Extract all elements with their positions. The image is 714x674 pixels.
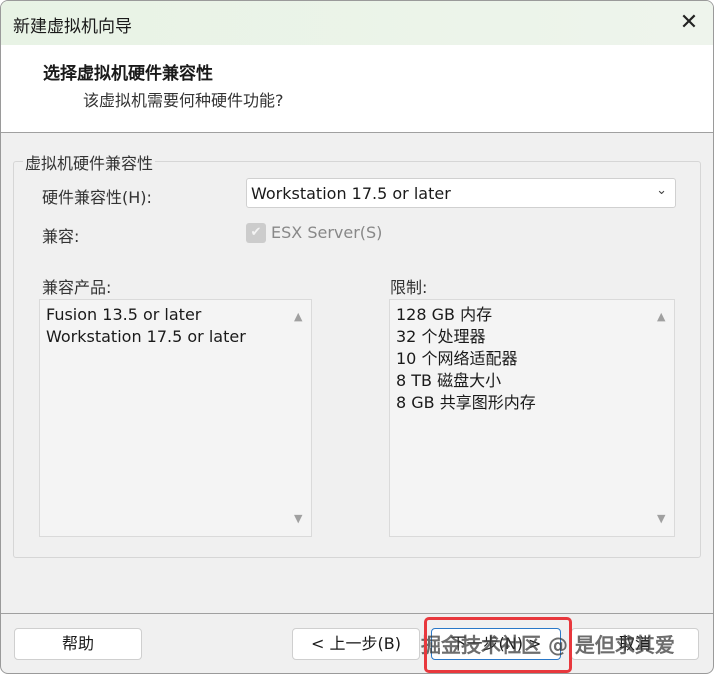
list-item: 8 TB 磁盘大小 xyxy=(396,371,502,390)
scroll-down-icon[interactable]: ▼ xyxy=(294,508,302,530)
title-bar: 新建虚拟机向导 ✕ xyxy=(1,1,713,45)
page-subtitle: 该虚拟机需要何种硬件功能? xyxy=(83,91,284,110)
footer-divider xyxy=(1,613,713,614)
check-icon: ✔ xyxy=(250,225,262,240)
products-label: 兼容产品: xyxy=(42,278,112,297)
list-item: 8 GB 共享图形内存 xyxy=(396,393,536,412)
list-item: Fusion 13.5 or later xyxy=(46,305,202,324)
back-button[interactable]: < 上一步(B) xyxy=(292,628,420,660)
chevron-down-icon: ⌄ xyxy=(656,183,667,198)
scrollbar[interactable]: ▲ ▼ xyxy=(289,300,311,536)
scroll-up-icon[interactable]: ▲ xyxy=(294,306,302,328)
list-item: 128 GB 内存 xyxy=(396,305,493,324)
hw-compat-value: Workstation 17.5 or later xyxy=(251,184,451,203)
help-button[interactable]: 帮助 xyxy=(14,628,142,660)
limits-list[interactable]: 128 GB 内存 32 个处理器 10 个网络适配器 8 TB 磁盘大小 8 … xyxy=(389,299,675,537)
close-icon[interactable]: ✕ xyxy=(673,7,705,39)
page-title: 选择虚拟机硬件兼容性 xyxy=(43,64,213,84)
wizard-header: 选择虚拟机硬件兼容性 该虚拟机需要何种硬件功能? xyxy=(1,45,713,133)
limits-label: 限制: xyxy=(390,278,428,297)
esx-server-checkbox[interactable]: ✔ xyxy=(246,223,266,243)
scrollbar[interactable]: ▲ ▼ xyxy=(652,300,674,536)
hw-compat-select[interactable]: Workstation 17.5 or later ⌄ xyxy=(246,178,676,208)
list-item: 32 个处理器 xyxy=(396,327,486,346)
list-item: Workstation 17.5 or later xyxy=(46,327,246,346)
list-item: 10 个网络适配器 xyxy=(396,349,518,368)
hw-compat-label: 硬件兼容性(H): xyxy=(42,188,152,207)
esx-server-label: ESX Server(S) xyxy=(271,223,383,242)
group-legend: 虚拟机硬件兼容性 xyxy=(23,150,156,174)
highlight-annotation xyxy=(424,617,572,673)
scroll-up-icon[interactable]: ▲ xyxy=(657,306,665,328)
new-vm-wizard-window: 新建虚拟机向导 ✕ 选择虚拟机硬件兼容性 该虚拟机需要何种硬件功能? 虚拟机硬件… xyxy=(0,0,714,674)
scroll-down-icon[interactable]: ▼ xyxy=(657,508,665,530)
products-list[interactable]: Fusion 13.5 or later Workstation 17.5 or… xyxy=(39,299,312,537)
compat-label: 兼容: xyxy=(42,227,80,246)
window-title: 新建虚拟机向导 xyxy=(13,17,132,37)
